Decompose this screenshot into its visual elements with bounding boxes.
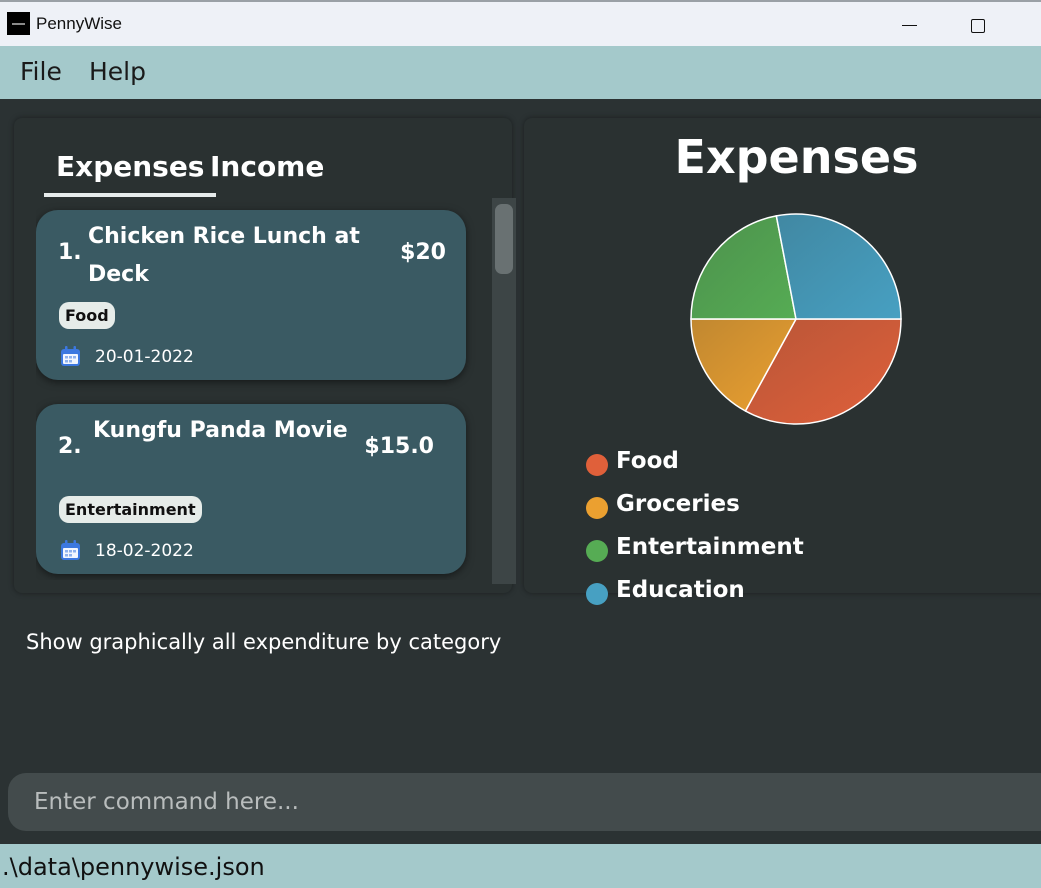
tab-income[interactable]: Income [210, 150, 324, 183]
calendar-icon [61, 346, 80, 366]
legend-swatch [586, 583, 608, 605]
legend-swatch [586, 454, 608, 476]
legend-label: Entertainment [616, 534, 804, 560]
command-input[interactable] [8, 773, 1041, 831]
expense-date: 20-01-2022 [95, 347, 194, 367]
menu-bar: File Help [0, 46, 1041, 99]
legend-swatch [586, 540, 608, 562]
status-bar: .\data\pennywise.json [0, 844, 1041, 888]
category-tag: Food [59, 302, 115, 329]
expense-amount: $20 [400, 240, 446, 265]
scrollbar-thumb[interactable] [495, 204, 513, 274]
pie-slice-education [775, 213, 902, 320]
title-bar: PennyWise [0, 0, 1041, 46]
maximize-icon [971, 18, 985, 33]
data-file-path: .\data\pennywise.json [2, 853, 265, 881]
minimize-icon [901, 25, 917, 26]
menu-file[interactable]: File [20, 57, 62, 86]
menu-help[interactable]: Help [89, 57, 146, 86]
minimize-button[interactable] [886, 10, 932, 40]
expense-description: Chicken Rice Lunch at Deck [88, 224, 360, 287]
category-tag: Entertainment [59, 496, 202, 523]
expense-amount: $15.0 [364, 434, 434, 459]
expense-card[interactable]: 2. Kungfu Panda Movie $15.0 Entertainmen… [36, 404, 466, 574]
expense-index: 2. [58, 434, 82, 459]
list-scrollbar[interactable] [492, 198, 516, 584]
expense-date: 18-02-2022 [95, 541, 194, 561]
expense-pie-chart [690, 213, 902, 425]
result-message: Show graphically all expenditure by cate… [26, 630, 502, 654]
window-title: PennyWise [36, 14, 122, 33]
chart-panel: Expenses Food Groceries Entertainment Educa… [524, 118, 1041, 605]
expense-description: Kungfu Panda Movie [93, 418, 348, 443]
calendar-icon [61, 540, 80, 560]
legend-label: Food [616, 448, 679, 474]
app-logo-icon [7, 12, 30, 35]
expense-list[interactable]: 1. Chicken Rice Lunch at Deck $20 Food 2… [36, 200, 480, 580]
legend-swatch [586, 497, 608, 519]
legend-label: Groceries [616, 491, 740, 517]
chart-title: Expenses [674, 130, 919, 184]
legend-label: Education [616, 577, 745, 603]
transaction-list-panel: Expenses Income 1. Chicken Rice Lunch at… [14, 118, 516, 593]
maximize-button[interactable] [955, 10, 1001, 40]
tab-expenses[interactable]: Expenses [44, 150, 217, 197]
expense-card[interactable]: 1. Chicken Rice Lunch at Deck $20 Food 2… [36, 210, 466, 380]
expense-index: 1. [58, 240, 82, 265]
